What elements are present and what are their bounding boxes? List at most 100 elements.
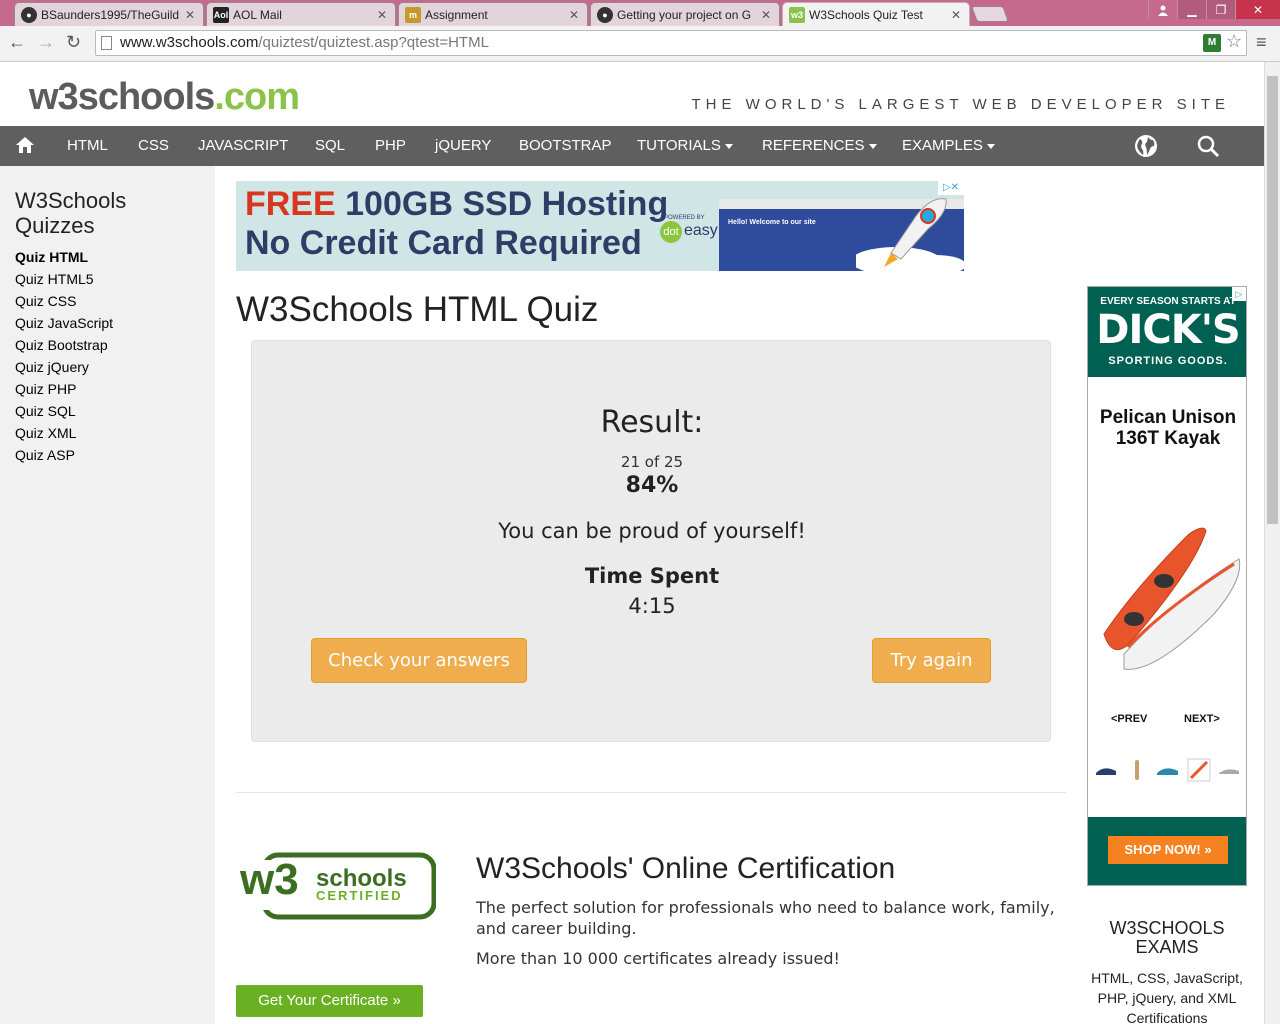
- ad-screen-text: Hello! Welcome to our site: [728, 219, 816, 226]
- tab-close-icon[interactable]: ✕: [377, 8, 387, 22]
- shop-now-button[interactable]: SHOP NOW! »: [1108, 836, 1228, 864]
- browser-tab-2[interactable]: Aol AOL Mail ✕: [206, 2, 396, 26]
- browser-tab-1[interactable]: ● BSaunders1995/TheGuild ✕: [14, 2, 204, 26]
- address-bar[interactable]: www.w3schools.com/quiztest/quiztest.asp?…: [95, 30, 1247, 56]
- restore-icon[interactable]: ❐: [1206, 0, 1235, 19]
- nav-javascript[interactable]: JAVASCRIPT: [198, 126, 288, 166]
- exams-description: HTML, CSS, JavaScript, PHP, jQuery, and …: [1091, 970, 1243, 1024]
- sidebar-item-quiz-html[interactable]: Quiz HTML: [15, 246, 113, 268]
- sidebar-item-quiz-javascript[interactable]: Quiz JavaScript: [15, 312, 113, 334]
- globe-icon[interactable]: [1134, 134, 1158, 158]
- nav-tutorials[interactable]: TUTORIALS: [637, 126, 733, 166]
- nav-examples-label: EXAMPLES: [902, 137, 983, 154]
- browser-tab-3[interactable]: m Assignment ✕: [398, 2, 588, 26]
- sidebar-item-quiz-sql[interactable]: Quiz SQL: [15, 400, 113, 422]
- nav-references[interactable]: REFERENCES: [762, 126, 877, 166]
- github-icon: ●: [21, 6, 37, 23]
- tab-close-icon[interactable]: ✕: [951, 8, 961, 22]
- tab-close-icon[interactable]: ✕: [761, 8, 771, 22]
- sidebar-item-quiz-asp[interactable]: Quiz ASP: [15, 444, 113, 466]
- cert-logo-certified: CERTIFIED: [316, 888, 403, 903]
- w3schools-icon: w3: [789, 6, 805, 23]
- certification-title: W3Schools' Online Certification: [476, 852, 896, 885]
- caret-down-icon: [868, 143, 877, 149]
- exams-title[interactable]: W3SCHOOLS EXAMS: [1087, 919, 1247, 957]
- get-certificate-button[interactable]: Get Your Certificate »: [236, 985, 423, 1017]
- nav-html[interactable]: HTML: [67, 126, 108, 166]
- doteasy-logo: dot easy: [660, 221, 718, 243]
- nav-css[interactable]: CSS: [138, 126, 169, 166]
- nav-references-label: REFERENCES: [762, 137, 865, 154]
- sidebar-item-quiz-css[interactable]: Quiz CSS: [15, 290, 113, 312]
- site-logo[interactable]: w3schools.com: [29, 76, 300, 119]
- search-icon[interactable]: [1196, 134, 1220, 158]
- tab-close-icon[interactable]: ✕: [185, 8, 195, 22]
- nav-jquery[interactable]: jQUERY: [435, 126, 491, 166]
- extension-icon[interactable]: M: [1203, 34, 1221, 52]
- certification-count: More than 10 000 certificates already is…: [476, 949, 840, 968]
- cert-logo-w3: w3: [239, 855, 299, 904]
- nav-sql[interactable]: SQL: [315, 126, 345, 166]
- scrollbar-thumb[interactable]: [1267, 76, 1278, 524]
- try-again-button[interactable]: Try again: [872, 638, 991, 683]
- sidebar-item-quiz-bootstrap[interactable]: Quiz Bootstrap: [15, 334, 113, 356]
- bookmark-star-icon[interactable]: ☆: [1226, 31, 1242, 52]
- browser-tab-label: AOL Mail: [233, 7, 282, 22]
- check-answers-button[interactable]: Check your answers: [311, 638, 527, 683]
- ad-brand-subtitle: SPORTING GOODS.: [1108, 355, 1228, 367]
- vertical-scrollbar[interactable]: [1264, 62, 1280, 1024]
- nav-examples[interactable]: EXAMPLES: [902, 126, 995, 166]
- browser-tab-strip: ● BSaunders1995/TheGuild ✕ Aol AOL Mail …: [0, 0, 1280, 26]
- url-path: /quiztest/quiztest.asp?qtest=HTML: [258, 34, 489, 51]
- sidebar-item-quiz-php[interactable]: Quiz PHP: [15, 378, 113, 400]
- adchoices-icon[interactable]: ▷✕: [938, 181, 964, 195]
- new-tab-button[interactable]: [971, 6, 1009, 22]
- hosting-ad-banner[interactable]: FREE 100GB SSD Hosting No Credit Card Re…: [236, 181, 964, 271]
- browser-tab-4[interactable]: ● Getting your project on G ✕: [590, 2, 780, 26]
- nav-php[interactable]: PHP: [375, 126, 406, 166]
- top-navigation: HTML CSS JAVASCRIPT SQL PHP jQUERY BOOTS…: [0, 126, 1264, 166]
- w3schools-certified-logo[interactable]: w3 schools CERTIFIED: [236, 852, 436, 922]
- sidebar-item-quiz-html5[interactable]: Quiz HTML5: [15, 268, 113, 290]
- close-window-icon[interactable]: ✕: [1235, 0, 1280, 19]
- result-score: 21 of 25: [620, 453, 684, 471]
- minimize-icon[interactable]: ▁: [1177, 0, 1206, 19]
- ad-next-button[interactable]: NEXT>: [1184, 713, 1220, 725]
- ad-product-name: Pelican Unison 136T Kayak: [1099, 407, 1237, 449]
- result-panel: Result: 21 of 25 84% You can be proud of…: [251, 340, 1051, 742]
- logo-tld: .com: [214, 76, 300, 118]
- ad-product-thumbnails[interactable]: [1094, 757, 1244, 783]
- divider: [236, 792, 1066, 793]
- aol-icon: Aol: [213, 6, 229, 23]
- kayak-image: [1103, 527, 1241, 670]
- result-percent: 84%: [625, 473, 679, 498]
- forward-arrow-icon[interactable]: →: [37, 32, 55, 53]
- caret-down-icon: [986, 143, 995, 149]
- browser-menu-icon[interactable]: ≡: [1256, 32, 1267, 53]
- dicks-sporting-goods-ad[interactable]: EVERY SEASON STARTS AT DICK'S SPORTING G…: [1087, 286, 1247, 886]
- assignment-icon: m: [405, 6, 421, 23]
- ad-brand-name: DICK'S: [1096, 307, 1241, 353]
- user-icon[interactable]: [1148, 0, 1177, 19]
- logo-main: w3schools: [29, 76, 215, 118]
- home-icon[interactable]: [15, 135, 35, 155]
- back-arrow-icon[interactable]: ←: [8, 32, 26, 53]
- time-spent-label: Time Spent: [584, 564, 720, 588]
- sidebar-item-quiz-jquery[interactable]: Quiz jQuery: [15, 356, 113, 378]
- adchoices-icon[interactable]: ▷: [1232, 287, 1246, 301]
- time-spent-value: 4:15: [628, 594, 676, 618]
- reload-icon[interactable]: ↻: [66, 32, 81, 53]
- nav-bootstrap[interactable]: BOOTSTRAP: [519, 126, 612, 166]
- result-label: Result:: [600, 405, 704, 440]
- sidebar-title: W3Schools Quizzes: [15, 188, 127, 238]
- browser-tab-5[interactable]: w3 W3Schools Quiz Test ✕: [782, 2, 970, 26]
- site-tagline: THE WORLD'S LARGEST WEB DEVELOPER SITE: [691, 96, 1230, 113]
- ad-prev-button[interactable]: <PREV: [1111, 713, 1147, 725]
- doteasy-text: easy: [684, 222, 718, 239]
- tab-close-icon[interactable]: ✕: [569, 8, 579, 22]
- github-icon: ●: [597, 6, 613, 23]
- window-controls: ▁ ❐ ✕: [1148, 0, 1280, 19]
- rocket-icon: [856, 198, 964, 271]
- sidebar-item-quiz-xml[interactable]: Quiz XML: [15, 422, 113, 444]
- sidebar: W3Schools Quizzes Quiz HTML Quiz HTML5 Q…: [0, 166, 215, 1024]
